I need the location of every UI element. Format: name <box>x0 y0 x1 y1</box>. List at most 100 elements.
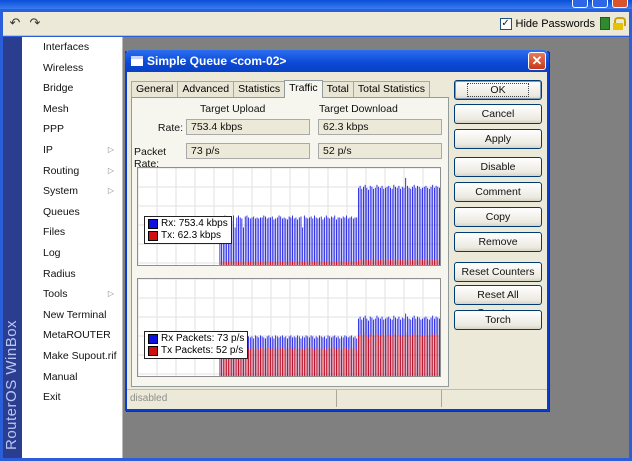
rx-bar <box>314 215 315 265</box>
menu-item-files[interactable]: Files <box>22 222 122 243</box>
menu-item-label: Interfaces <box>43 41 90 53</box>
tx-bar <box>329 261 331 265</box>
menu-item-system[interactable]: System ▷ <box>22 181 122 202</box>
tx-packets-bar <box>254 347 256 376</box>
rx-bar <box>368 189 369 265</box>
tx-packets-bar <box>287 350 288 376</box>
rx-bar <box>369 185 371 265</box>
torch-button[interactable]: Torch <box>454 310 542 330</box>
close-icon[interactable] <box>612 0 628 8</box>
rx-bar <box>273 219 275 265</box>
rx-bar <box>309 217 310 265</box>
menu-item-radius[interactable]: Radius <box>22 264 122 285</box>
menu-item-new-terminal[interactable]: New Terminal <box>22 305 122 326</box>
rx-bar <box>275 218 277 265</box>
menu-item-metarouter[interactable]: MetaROUTER <box>22 325 122 346</box>
tx-packets-bar <box>314 350 315 376</box>
minimize-icon[interactable] <box>572 0 588 8</box>
tx-packets-bar <box>261 348 263 376</box>
tx-bar <box>385 260 386 265</box>
tx-bar <box>278 261 280 265</box>
menu-item-exit[interactable]: Exit <box>22 387 122 408</box>
menu-item-routing[interactable]: Routing ▷ <box>22 161 122 182</box>
rx-bar <box>298 217 300 265</box>
rx-bar <box>337 217 339 265</box>
tx-packets-bar <box>417 334 418 376</box>
side-menu: Interfaces Wireless Bridge Mesh PPP IP ▷ Routin… <box>22 37 123 458</box>
hide-passwords-checkbox[interactable]: ✓ Hide Passwords <box>499 17 595 31</box>
tx-packets-bar <box>302 348 304 376</box>
tx-bar <box>273 261 275 265</box>
rx-bar <box>371 186 373 265</box>
rx-bar <box>415 187 417 265</box>
tx-packets-bar <box>428 336 430 376</box>
menu-item-make-supout-rif[interactable]: Make Supout.rif <box>22 346 122 367</box>
tx-packets-bar <box>364 333 366 376</box>
tx-packets-bar <box>363 335 364 376</box>
tx-packets-bar <box>422 335 423 376</box>
tab-total[interactable]: Total <box>321 81 354 97</box>
rx-bar <box>363 186 364 265</box>
rx-packets-legend: Rx Packets: 73 p/s <box>161 333 245 344</box>
tx-bar <box>271 261 273 265</box>
rx-legend: Rx: 753.4 kbps <box>161 218 228 229</box>
menu-item-mesh[interactable]: Mesh <box>22 99 122 120</box>
dialog-title-bar[interactable]: Simple Queue <com-02> ✕ <box>125 50 549 72</box>
cancel-button[interactable]: Cancel <box>454 104 542 124</box>
tab-traffic[interactable]: Traffic <box>284 80 323 98</box>
tx-packets-bar <box>293 348 295 376</box>
menu-item-label: PPP <box>43 123 65 136</box>
submenu-arrow-icon: ▷ <box>107 289 114 299</box>
menu-item-manual[interactable]: Manual <box>22 367 122 388</box>
maximize-icon[interactable] <box>592 0 608 8</box>
tx-packets-bar <box>437 335 439 376</box>
tab-statistics[interactable]: Statistics <box>233 81 286 97</box>
tx-bar <box>265 261 266 265</box>
menu-item-wireless[interactable]: Wireless <box>22 58 122 79</box>
tab-general[interactable]: General <box>131 81 179 97</box>
tx-bar <box>391 260 393 265</box>
rx-bar <box>285 218 287 265</box>
tx-packets-bar <box>435 334 437 376</box>
ok-button[interactable]: OK <box>454 80 542 100</box>
comment-button[interactable]: Comment <box>454 182 542 202</box>
rx-bar <box>288 216 290 265</box>
tx-packets-bar <box>303 349 305 376</box>
reset-all-counters-button[interactable]: Reset All Counters <box>454 285 542 319</box>
menu-item-log[interactable]: Log <box>22 243 122 264</box>
rx-bar <box>341 218 342 265</box>
tab-total-statistics[interactable]: Total Statistics <box>352 81 430 97</box>
tx-bar <box>349 261 351 265</box>
rx-bar <box>351 216 353 265</box>
rate-download-field: 62.3 kbps <box>318 119 442 135</box>
tx-bar <box>243 261 244 265</box>
menu-item-interfaces[interactable]: Interfaces <box>22 37 122 58</box>
tx-bar <box>354 261 356 265</box>
rx-bar <box>432 184 434 265</box>
tx-bar <box>320 261 322 265</box>
tx-packets-bar <box>312 348 314 376</box>
menu-item-queues[interactable]: Queues <box>22 202 122 223</box>
menu-item-bridge[interactable]: Bridge <box>22 78 122 99</box>
menu-item-ip[interactable]: IP ▷ <box>22 140 122 161</box>
remove-button[interactable]: Remove <box>454 232 542 252</box>
target-upload-header: Target Upload <box>200 103 266 115</box>
tx-packets-bar <box>412 335 413 376</box>
copy-button[interactable]: Copy <box>454 207 542 227</box>
disable-button[interactable]: Disable <box>454 157 542 177</box>
menu-item-tools[interactable]: Tools ▷ <box>22 284 122 305</box>
rx-bar <box>435 185 437 265</box>
dialog-close-button[interactable]: ✕ <box>528 52 546 70</box>
reset-counters-button[interactable]: Reset Counters <box>454 262 542 282</box>
checkbox-icon[interactable]: ✓ <box>499 18 512 30</box>
tx-bar <box>435 260 437 265</box>
tab-advanced[interactable]: Advanced <box>177 81 235 97</box>
apply-button[interactable]: Apply <box>454 129 542 149</box>
menu-item-ppp[interactable]: PPP <box>22 119 122 140</box>
menu-item-label: Mesh <box>43 102 69 115</box>
tx-bar <box>325 261 327 265</box>
button-label: Copy <box>485 211 511 223</box>
redo-icon[interactable]: ↷ <box>27 15 43 31</box>
undo-icon[interactable]: ↶ <box>7 15 23 31</box>
tx-packets-bar <box>278 349 280 376</box>
